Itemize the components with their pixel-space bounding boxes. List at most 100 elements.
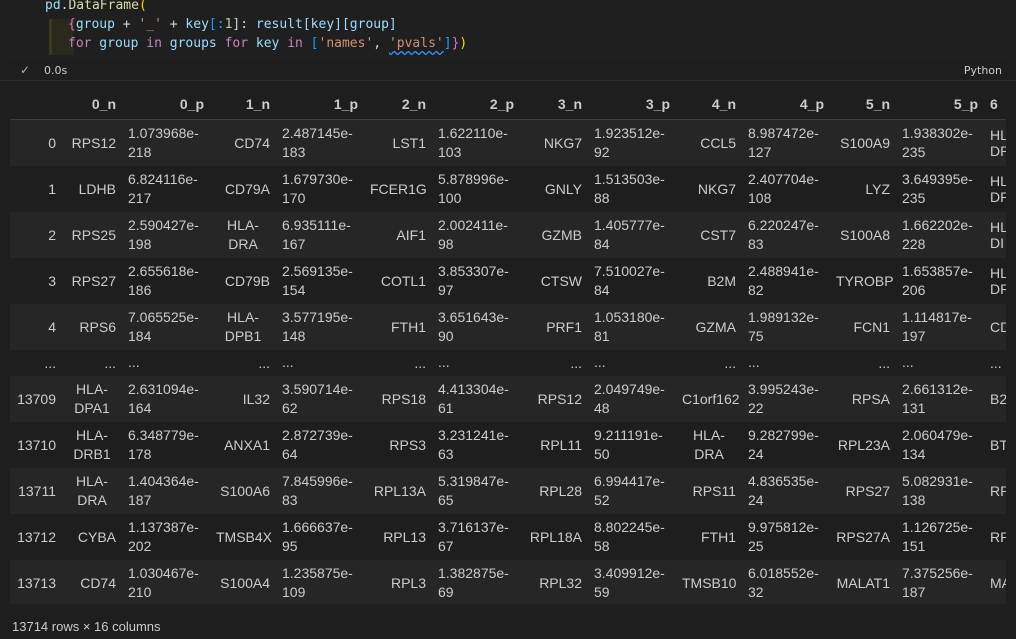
table-cell: GZMA [695, 318, 736, 335]
table-cell: 1.053180e- 81 [594, 308, 665, 344]
table-cell: FTH1 [701, 528, 736, 545]
cell-language[interactable]: Python [964, 64, 1002, 77]
table-cell: CD [990, 318, 1006, 335]
table-row: 13711 HLA- DRA 1.404364e- 187 S100A6 7.84599… [10, 467, 1006, 514]
table-cell: 7.845996e- 83 [282, 472, 353, 508]
row-index: 0 [48, 134, 56, 151]
table-cell: 2.060479e- 134 [902, 426, 973, 462]
cell-status-bar: ✓ 0.0s Python [8, 60, 1008, 80]
table-cell: RPS11 [692, 482, 736, 499]
table-row: 13710 HLA- DRB1 6.348779e- 178 ANXA1 2.87273… [10, 421, 1006, 468]
table-cell: 1.073968e- 218 [128, 124, 199, 160]
table-cell: RPL23A [837, 436, 890, 453]
code-line-3: for group in groups for key in ['names',… [68, 36, 468, 51]
column-header: 5_n [830, 88, 896, 120]
table-cell: 6.220247e- 83 [748, 216, 819, 252]
table-cell: MALAT1 [836, 574, 890, 591]
table-cell: 2.488941e- 82 [748, 262, 819, 298]
table-cell: HLA- DPA1 [74, 380, 110, 416]
table-cell: 2.049749e- 48 [594, 380, 665, 416]
table-cell: CD79A [224, 180, 270, 197]
execution-time: 0.0s [44, 64, 68, 77]
table-cell: 8.987472e- 127 [748, 124, 819, 160]
row-index: 3 [48, 272, 56, 289]
code-cell[interactable]: pd.DataFrame( {group + '_' + key[:1]: re… [0, 0, 1016, 80]
table-header-row: 0_n 0_p 1_n 1_p 2_n 2_p 3_n 3_p 4_n 4_p 5_n 5_p 6 [10, 88, 1006, 120]
table-cell: 7.375256e- 187 [902, 564, 973, 600]
code-editor[interactable]: pd.DataFrame( {group + '_' + key[:1]: re… [8, 0, 1008, 60]
table-cell: COTL1 [380, 272, 426, 289]
table-cell: AIF1 [396, 226, 426, 243]
dataframe-shape: 13714 rows × 16 columns [12, 619, 161, 634]
table-cell: S100A8 [840, 226, 890, 243]
table-body: 0 RPS12 1.073968e- 218 CD74 2.487145e- 183 LS… [10, 119, 1006, 604]
table-cell: CD74 [80, 574, 116, 591]
column-header: 6 [984, 88, 1006, 120]
table-cell: 2.407704e- 108 [748, 170, 819, 206]
table-cell: NKG7 [697, 180, 736, 197]
table-cell: 8.802245e- 58 [594, 518, 665, 554]
dataframe-table: 0_n 0_p 1_n 1_p 2_n 2_p 3_n 3_p 4_n 4_p 5_n 5_p 6 0 R… [10, 88, 1006, 604]
row-index: 4 [48, 318, 56, 335]
table-cell: FCN1 [853, 318, 890, 335]
table-cell: CTSW [540, 272, 582, 289]
table-cell: CD74 [234, 134, 270, 151]
table-cell: RPS27A [836, 528, 890, 545]
table-cell: GZMB [541, 226, 582, 243]
table-cell: 3.577195e- 148 [282, 308, 353, 344]
table-cell: 3.649395e- 235 [902, 170, 973, 206]
table-cell: 9.975812e- 25 [748, 518, 819, 554]
table-row: 13712 CYBA 1.137387e- 202 TMSB4X 1.666637e- … [10, 513, 1006, 560]
table-cell: B2M [707, 272, 736, 289]
table-cell: HLA- DRA [227, 216, 259, 252]
table-cell: 2.872739e- 64 [282, 426, 353, 462]
table-cell: 1.030467e- 210 [128, 564, 199, 600]
table-cell: 1.938302e- 235 [902, 124, 973, 160]
table-cell: 6.348779e- 178 [128, 426, 199, 462]
table-cell: TMSB10 [682, 574, 737, 591]
table-cell: 5.878996e- 100 [438, 170, 509, 206]
table-cell: 1.679730e- 170 [282, 170, 353, 206]
table-cell: ... [104, 354, 116, 371]
table-cell: 1.513503e- 88 [594, 170, 665, 206]
table-cell: 6.994417e- 52 [594, 472, 665, 508]
table-cell: 5.082931e- 138 [902, 472, 973, 508]
table-cell: RPS12 [537, 390, 582, 407]
table-cell: ... [258, 354, 270, 371]
table-cell: 6.018552e- 32 [748, 564, 819, 600]
table-cell: ... [594, 354, 606, 370]
table-cell: ... [438, 354, 450, 370]
table-cell: RPL3 [390, 574, 426, 591]
table-cell: 5.319847e- 65 [438, 472, 509, 508]
table-cell: GNLY [544, 180, 582, 197]
row-index: 2 [48, 226, 56, 243]
table-cell: LST1 [392, 134, 426, 151]
code-line-1: pd.DataFrame( [45, 0, 147, 13]
column-header: 3_n [520, 88, 588, 120]
table-cell: 3.590714e- 62 [282, 380, 353, 416]
table-cell: LDHB [78, 180, 116, 197]
table-cell: NKG7 [543, 134, 582, 151]
table-cell: HL DI [990, 218, 1006, 251]
table-cell: ... [748, 354, 760, 370]
table-cell: RPL32 [539, 574, 582, 591]
table-cell: B2 [990, 390, 1006, 407]
table-cell: S100A4 [220, 574, 270, 591]
table-cell: 2.569135e- 154 [282, 262, 353, 298]
table-cell: RPS18 [381, 390, 426, 407]
table-cell: 2.002411e- 98 [438, 216, 508, 252]
row-index: 1 [48, 180, 56, 197]
table-cell: BT [990, 436, 1006, 453]
dataframe-output[interactable]: 0_n 0_p 1_n 1_p 2_n 2_p 3_n 3_p 4_n 4_p 5_n 5_p 6 0 R… [10, 88, 1006, 604]
table-cell: RPSA [851, 390, 890, 407]
table-row: ........................................… [10, 349, 1006, 376]
table-cell: RPL28 [539, 482, 582, 499]
row-index: 13709 [17, 390, 56, 407]
table-cell: 7.510027e- 84 [594, 262, 665, 298]
table-cell: 2.487145e- 183 [282, 124, 353, 160]
column-header: 4_p [742, 88, 830, 120]
table-cell: 9.282799e- 24 [748, 426, 819, 462]
table-cell: 1.923512e- 92 [594, 124, 665, 160]
table-cell: RPL [990, 482, 1006, 499]
table-cell: 1.235875e- 109 [282, 564, 353, 600]
